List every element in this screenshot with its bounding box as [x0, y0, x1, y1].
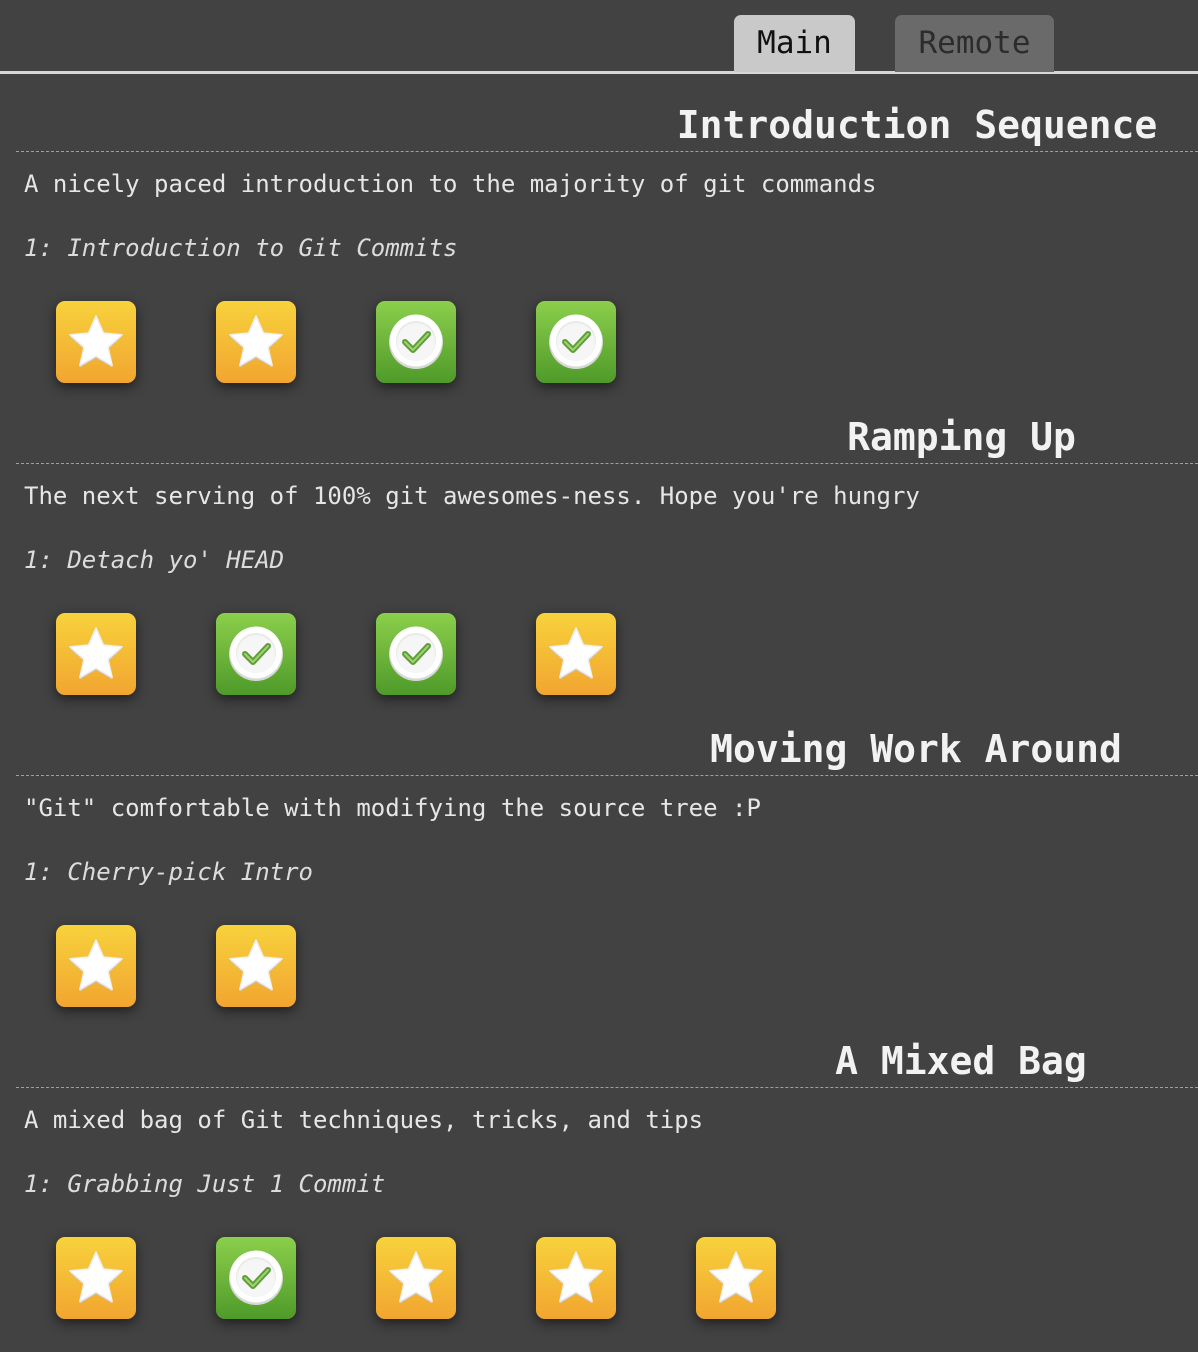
level-button[interactable] [56, 613, 136, 695]
section-divider [16, 775, 1198, 776]
level-completed-button[interactable] [536, 301, 616, 383]
level-completed-button[interactable] [376, 613, 456, 695]
level-button[interactable] [56, 301, 136, 383]
level-button[interactable] [536, 1237, 616, 1319]
tab-main[interactable]: Main [734, 15, 855, 72]
section-divider [16, 463, 1198, 464]
level-button[interactable] [56, 1237, 136, 1319]
level-completed-button[interactable] [216, 1237, 296, 1319]
star-icon [225, 311, 287, 373]
current-level-label: 1: Grabbing Just 1 Commit [24, 1170, 386, 1198]
level-button[interactable] [536, 613, 616, 695]
level-select-page: Main Remote Introduction Sequence A nice… [0, 0, 1198, 1352]
star-icon [385, 1247, 447, 1309]
checkmark-icon [385, 311, 447, 373]
current-level-label: 1: Introduction to Git Commits [24, 234, 458, 262]
star-icon [545, 623, 607, 685]
star-icon [65, 1247, 127, 1309]
level-button[interactable] [216, 925, 296, 1007]
checkmark-icon [225, 623, 287, 685]
star-icon [705, 1247, 767, 1309]
level-button[interactable] [376, 1237, 456, 1319]
sequence-title: Moving Work Around [710, 727, 1122, 771]
checkmark-icon [545, 311, 607, 373]
tab-remote[interactable]: Remote [895, 15, 1054, 72]
level-button[interactable] [696, 1237, 776, 1319]
sequence-title: Introduction Sequence [676, 103, 1158, 147]
level-button[interactable] [216, 301, 296, 383]
level-completed-button[interactable] [216, 613, 296, 695]
level-completed-button[interactable] [376, 301, 456, 383]
sequence-title: Ramping Up [847, 415, 1076, 459]
section-divider [16, 1087, 1198, 1088]
star-icon [65, 935, 127, 997]
sequence-description: "Git" comfortable with modifying the sou… [24, 794, 761, 822]
sequence-title: A Mixed Bag [835, 1039, 1087, 1083]
sequence-description: A nicely paced introduction to the major… [24, 170, 877, 198]
current-level-label: 1: Cherry-pick Intro [24, 858, 313, 886]
tab-bar: Main Remote [0, 0, 1198, 74]
star-icon [545, 1247, 607, 1309]
star-icon [65, 623, 127, 685]
current-level-label: 1: Detach yo' HEAD [24, 546, 285, 574]
star-icon [225, 935, 287, 997]
level-button[interactable] [56, 925, 136, 1007]
checkmark-icon [225, 1247, 287, 1309]
sequence-description: A mixed bag of Git techniques, tricks, a… [24, 1106, 704, 1134]
sequence-description: The next serving of 100% git awesomes-ne… [24, 482, 920, 510]
checkmark-icon [385, 623, 447, 685]
section-divider [16, 151, 1198, 152]
star-icon [65, 311, 127, 373]
